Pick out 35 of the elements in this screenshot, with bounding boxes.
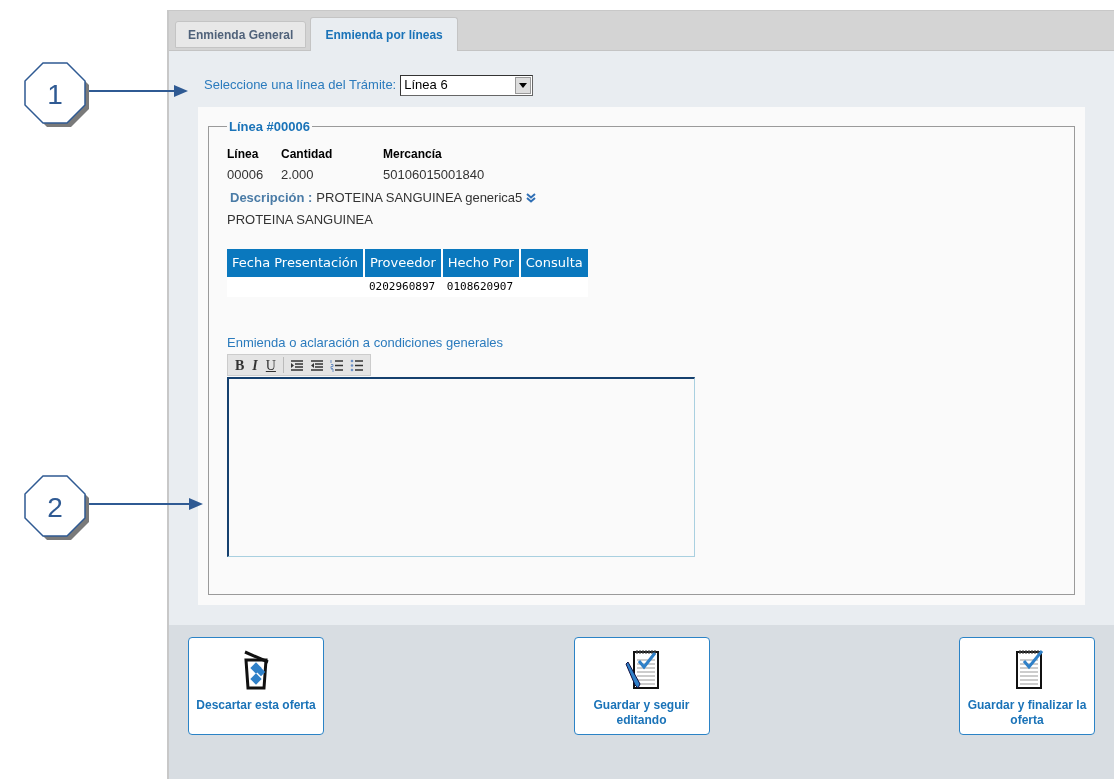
field-value: PROTEINA SANGUINEA: [227, 210, 374, 229]
field-value: 50106015001840: [383, 165, 486, 184]
action-button[interactable]: Guardar y seguir editando: [573, 637, 710, 735]
field-value: 2.000: [281, 165, 315, 184]
indent-icon[interactable]: [289, 358, 304, 372]
column-header: Proveedor: [364, 249, 441, 277]
field-label: Descripción :: [230, 189, 313, 207]
action-button[interactable]: Descartar esta oferta: [188, 637, 324, 735]
table-cell-text: 0108620907: [446, 278, 514, 295]
column-header: Consulta: [520, 249, 588, 277]
column-header: Hecho Por: [442, 249, 519, 277]
field-label: Línea: [227, 145, 260, 163]
column-header: Fecha Presentación: [227, 249, 363, 277]
field-label: Seleccione una línea del Trámite:: [204, 76, 397, 95]
notepad-pen-check-icon: [623, 648, 660, 690]
field-value: 00006: [227, 165, 265, 184]
expand-chevron-icon[interactable]: [526, 192, 537, 203]
table-cell-text: 0202960897: [368, 278, 436, 295]
field-label: Mercancía: [383, 145, 443, 163]
line-dropdown[interactable]: Línea 6: [400, 74, 534, 96]
field-value: PROTEINA SANGUINEA generica5: [316, 189, 523, 207]
section-legend: Línea #00006: [227, 117, 312, 137]
tab[interactable]: Enmienda por líneas: [310, 17, 458, 51]
editor-label: Enmienda o aclaración a condiciones generales: [227, 334, 505, 352]
tab[interactable]: Enmienda General: [175, 21, 307, 48]
callout-number: 1: [46, 78, 64, 112]
field-label: Cantidad: [281, 145, 334, 163]
action-button[interactable]: Guardar y finalizar la oferta: [959, 637, 1095, 735]
format-button[interactable]: I: [251, 354, 259, 376]
format-button[interactable]: U: [264, 354, 277, 376]
callout-number: 2: [46, 491, 64, 525]
format-button[interactable]: B: [234, 354, 246, 376]
bullet-list-icon[interactable]: [349, 358, 364, 372]
outdent-icon[interactable]: [309, 358, 324, 372]
numbered-list-icon[interactable]: [329, 358, 344, 372]
